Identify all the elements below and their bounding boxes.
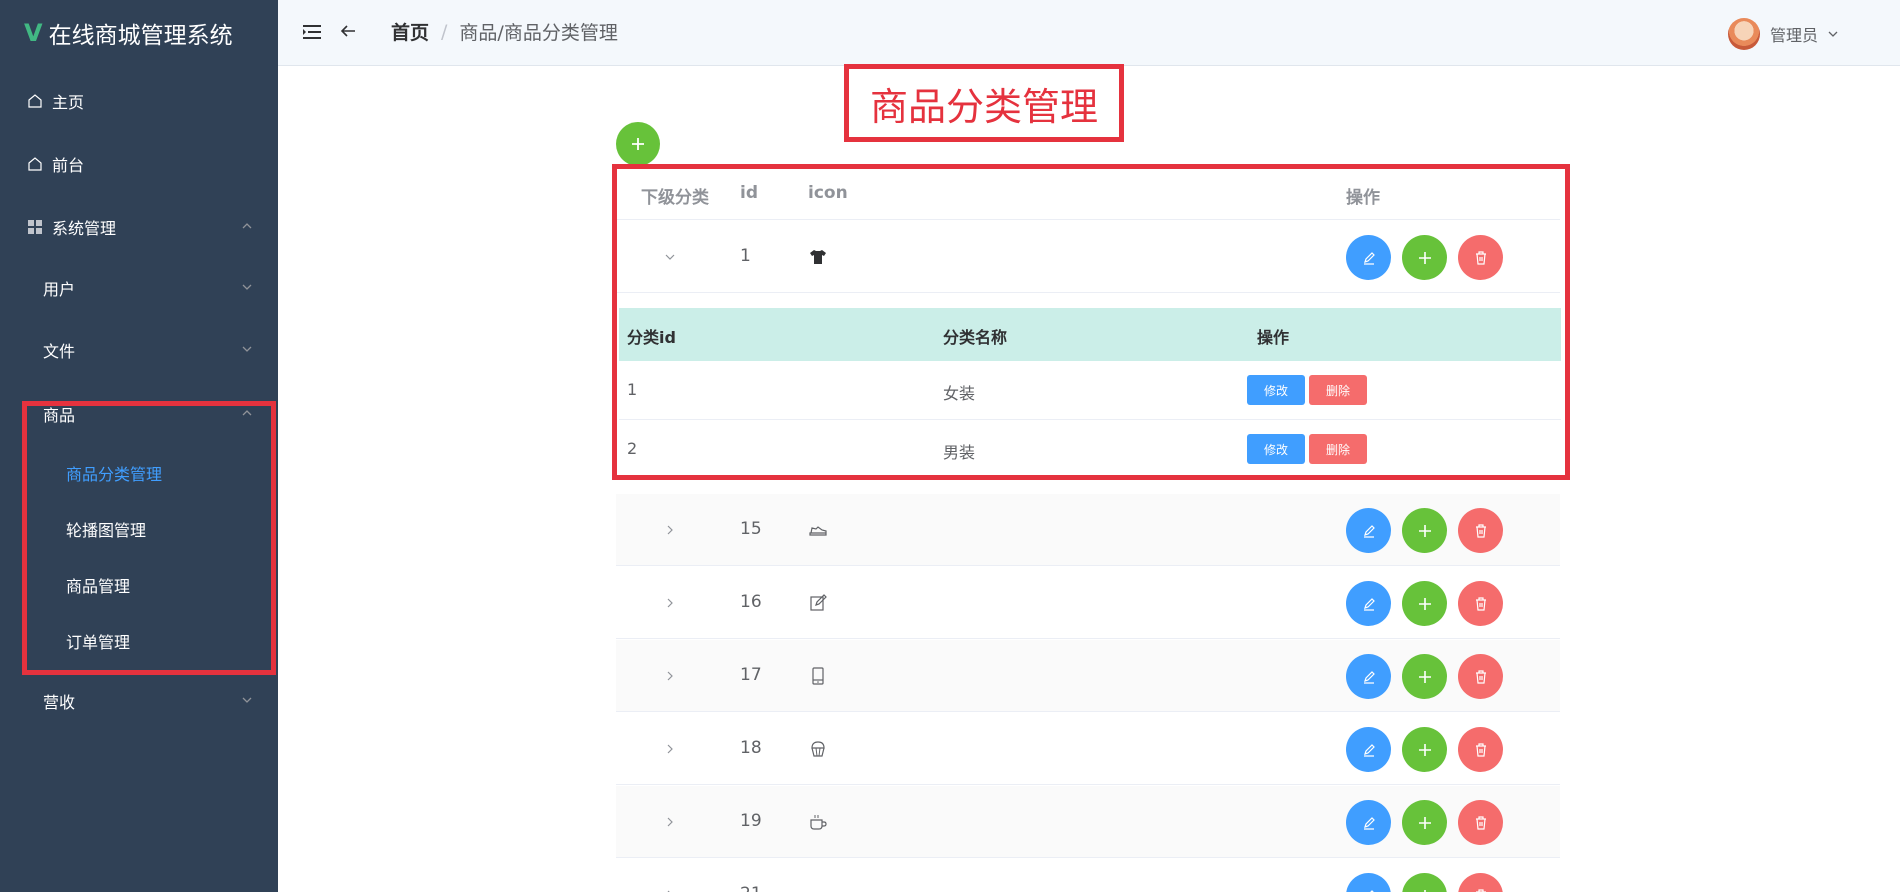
back-arrow-icon[interactable]	[338, 21, 358, 41]
add-subcategory-button[interactable]	[1402, 727, 1447, 772]
plus-icon	[1418, 524, 1431, 537]
plus-icon	[1423, 889, 1426, 892]
sidebar-item-files[interactable]: 文件	[0, 333, 278, 367]
sidebar-item-label: 营收	[43, 693, 76, 712]
sidebar-item-label: 用户	[43, 280, 76, 299]
chevron-right-icon[interactable]	[662, 741, 678, 757]
edit-icon	[1363, 597, 1375, 611]
sidebar-item-revenue[interactable]: 营收	[0, 684, 278, 718]
trash-icon	[1475, 523, 1486, 538]
user-menu[interactable]: 管理员	[1727, 18, 1840, 50]
grid-icon	[26, 218, 44, 236]
table-row: 21	[616, 859, 1560, 892]
plus-icon	[1418, 597, 1431, 610]
delete-button[interactable]	[1458, 800, 1503, 845]
vue-logo-icon: V	[24, 19, 43, 47]
sidebar-item-home[interactable]: 主页	[0, 84, 278, 118]
breadcrumb-current: 商品/商品分类管理	[459, 22, 618, 44]
home-icon	[26, 155, 44, 173]
sidebar-item-system[interactable]: 系统管理	[0, 210, 278, 244]
edit-button[interactable]	[1346, 800, 1391, 845]
table-row: 18	[616, 713, 1560, 785]
plus-icon	[1418, 670, 1431, 683]
edit-icon	[1363, 670, 1375, 684]
trash-icon	[1475, 888, 1486, 892]
highlight-box-table	[612, 164, 1570, 480]
app-logo[interactable]: V 在线商城管理系统	[24, 17, 233, 49]
row-id: 15	[740, 519, 762, 539]
edit-icon	[1369, 889, 1374, 892]
edit-button[interactable]	[1346, 508, 1391, 553]
table-row: 16	[616, 567, 1560, 639]
trash-icon	[1475, 742, 1486, 757]
shoe-icon	[809, 526, 827, 536]
edit-button[interactable]	[1346, 581, 1391, 626]
breadcrumb-home[interactable]: 首页	[391, 18, 429, 45]
trash-icon	[1475, 815, 1486, 830]
app-title: 在线商城管理系统	[48, 23, 233, 49]
chevron-right-icon[interactable]	[662, 814, 678, 830]
sidebar-item-label: 系统管理	[52, 219, 117, 238]
chevron-down-icon	[242, 697, 252, 703]
row-id: 19	[740, 811, 762, 831]
edit-icon	[1363, 816, 1375, 830]
delete-button[interactable]	[1458, 508, 1503, 553]
edit-button[interactable]	[1346, 654, 1391, 699]
row-id: 17	[740, 665, 762, 685]
avatar	[1727, 18, 1760, 50]
edit-button[interactable]	[1346, 873, 1391, 892]
table-row: 17	[616, 640, 1560, 712]
cupcake-icon	[811, 741, 825, 757]
add-subcategory-button[interactable]	[1402, 800, 1447, 845]
plus-icon	[1418, 743, 1431, 756]
plus-icon	[1418, 816, 1431, 829]
plus-icon	[632, 138, 644, 150]
chevron-right-icon[interactable]	[662, 595, 678, 611]
chevron-down-icon	[242, 346, 252, 352]
home-icon	[26, 92, 44, 110]
edit-icon	[1363, 743, 1375, 757]
add-category-button[interactable]	[616, 122, 660, 166]
breadcrumb: 首页 / 商品/商品分类管理	[391, 18, 618, 45]
row-id: 21	[740, 884, 762, 892]
page-title: 商品分类管理	[844, 64, 1124, 142]
collapse-menu-icon[interactable]	[302, 22, 322, 42]
delete-button[interactable]	[1458, 873, 1503, 892]
chevron-right-icon[interactable]	[662, 887, 678, 892]
sidebar: V 在线商城管理系统 主页 前台 系统管理 用户 文件 商品 商品分类管理 轮播…	[0, 0, 278, 892]
sidebar-item-users[interactable]: 用户	[0, 271, 278, 305]
chevron-right-icon[interactable]	[662, 668, 678, 684]
chevron-up-icon	[242, 223, 252, 229]
trash-icon	[1475, 669, 1486, 684]
edit-button[interactable]	[1346, 727, 1391, 772]
delete-button[interactable]	[1458, 581, 1503, 626]
edit-note-icon	[810, 594, 827, 611]
phone-icon	[812, 667, 824, 685]
delete-button[interactable]	[1458, 654, 1503, 699]
sidebar-item-frontend[interactable]: 前台	[0, 147, 278, 181]
row-id: 16	[740, 592, 762, 612]
chevron-down-icon	[242, 284, 252, 290]
user-name: 管理员	[1769, 26, 1818, 45]
sidebar-item-label: 主页	[52, 93, 85, 112]
table-row: 19	[616, 786, 1560, 858]
delete-button[interactable]	[1458, 727, 1503, 772]
add-subcategory-button[interactable]	[1402, 508, 1447, 553]
sidebar-item-label: 前台	[52, 156, 85, 175]
row-id: 18	[740, 738, 762, 758]
coffee-cup-icon	[810, 815, 827, 830]
add-subcategory-button[interactable]	[1402, 654, 1447, 699]
breadcrumb-separator: /	[441, 20, 448, 43]
trash-icon	[1475, 596, 1486, 611]
chevron-down-icon	[1828, 31, 1838, 37]
top-header: 首页 / 商品/商品分类管理 管理员	[278, 0, 1900, 66]
add-subcategory-button[interactable]	[1402, 873, 1447, 892]
sidebar-item-label: 文件	[43, 342, 76, 361]
edit-icon	[1363, 524, 1375, 538]
add-subcategory-button[interactable]	[1402, 581, 1447, 626]
chevron-right-icon[interactable]	[662, 522, 678, 538]
highlight-box-goods-menu	[22, 401, 276, 675]
table-row: 15	[616, 494, 1560, 566]
